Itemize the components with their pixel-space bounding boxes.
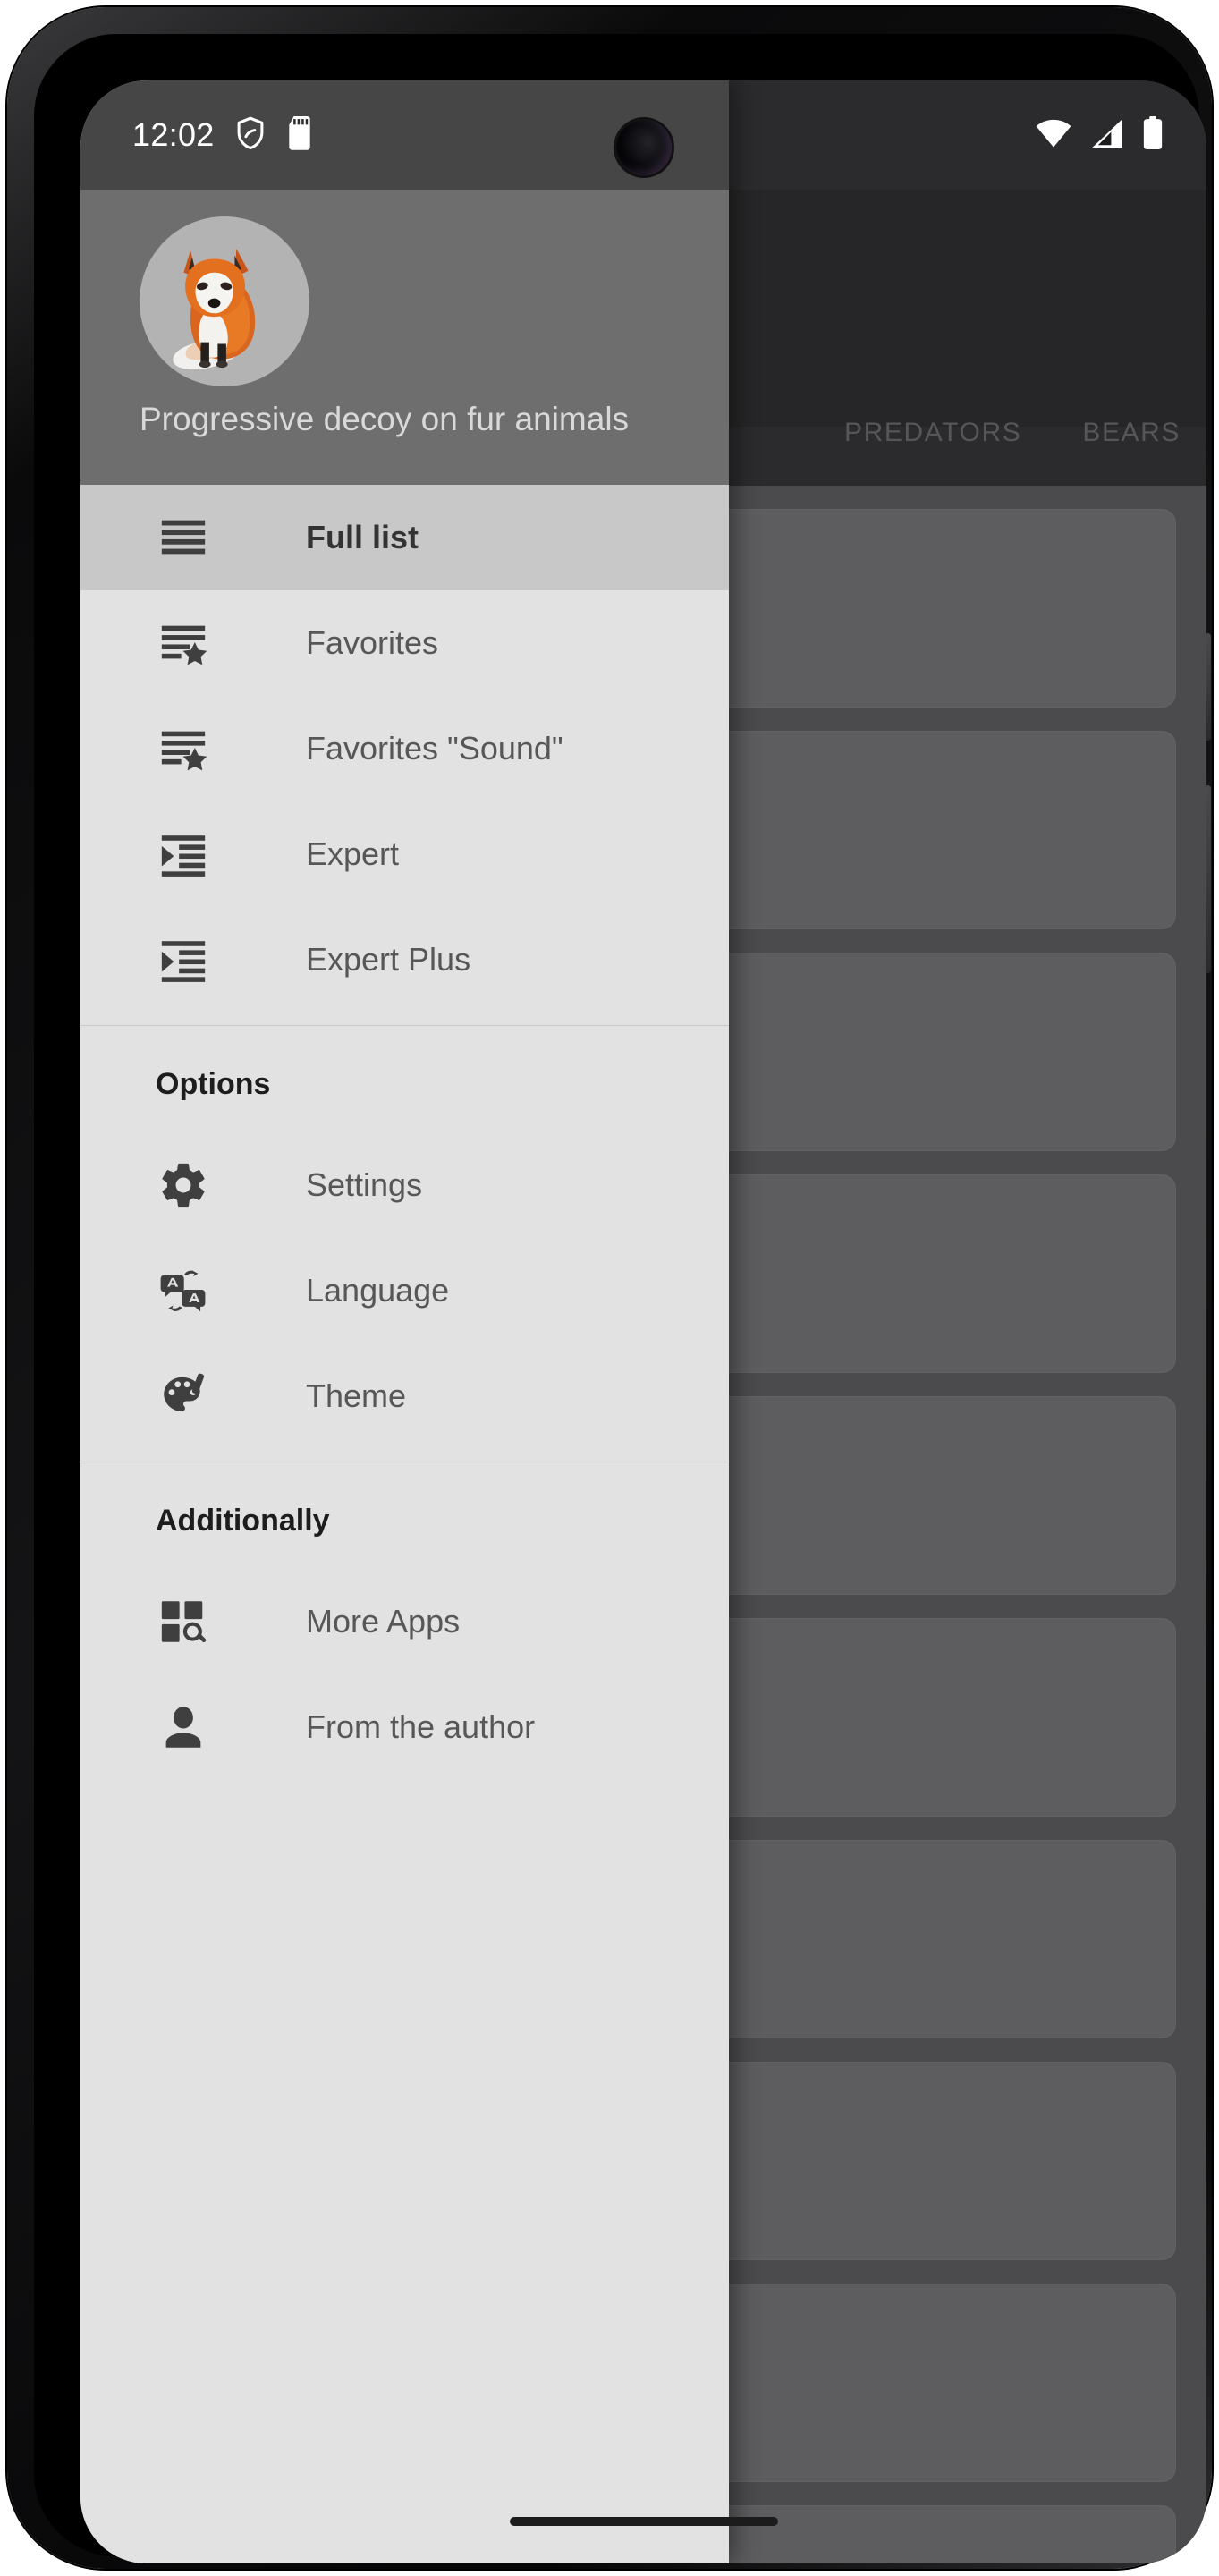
gear-icon: [156, 1157, 211, 1213]
phone-frame: PREDATORS BEARS Progressive decoy on fur…: [7, 7, 1212, 2569]
tab-predators[interactable]: PREDATORS: [814, 418, 1052, 448]
drawer-title: Progressive decoy on fur animals: [140, 401, 630, 437]
sidebar-item-favorites[interactable]: Favorites: [80, 590, 729, 696]
fox-avatar[interactable]: [140, 216, 309, 386]
phone-screen: PREDATORS BEARS Progressive decoy on fur…: [80, 80, 1206, 2563]
format-indent-icon: [156, 826, 211, 882]
navigation-drawer: Progressive decoy on fur animals Full li…: [80, 80, 729, 2563]
sidebar-item-expert[interactable]: Expert: [80, 801, 729, 907]
sidebar-item-favorites-sound[interactable]: Favorites "Sound": [80, 696, 729, 801]
list-icon: [156, 510, 211, 565]
list-star-icon: [156, 615, 211, 671]
sidebar-item-from-the-author[interactable]: From the author: [80, 1674, 729, 1780]
sidebar-item-theme[interactable]: Theme: [80, 1343, 729, 1449]
list-star-icon: [156, 721, 211, 776]
section-title-options: Options: [156, 1067, 271, 1101]
sidebar-item-label: More Apps: [306, 1603, 461, 1640]
drawer-body: Full list Favorites Favorites "Sound" Ex…: [80, 485, 729, 2563]
sidebar-item-label: Full list: [306, 519, 419, 555]
sidebar-item-label: Theme: [306, 1377, 407, 1414]
sidebar-item-expert-plus[interactable]: Expert Plus: [80, 907, 729, 1013]
sidebar-item-more-apps[interactable]: More Apps: [80, 1569, 729, 1674]
sidebar-item-settings[interactable]: Settings: [80, 1132, 729, 1238]
palette-icon: [156, 1368, 211, 1424]
sidebar-item-label: Expert: [306, 835, 400, 872]
drawer-section-main: Full list Favorites Favorites "Sound" Ex…: [80, 485, 729, 1013]
sidebar-item-language[interactable]: Language: [80, 1238, 729, 1343]
person-icon: [156, 1699, 211, 1755]
drawer-section-additionally: Additionally More Apps From the author: [80, 1462, 729, 1780]
tab-bears[interactable]: BEARS: [1052, 418, 1206, 448]
sidebar-item-full-list[interactable]: Full list: [80, 485, 729, 590]
sidebar-item-label: Favorites: [306, 624, 439, 661]
sidebar-item-label: Language: [306, 1272, 450, 1309]
sidebar-item-label: From the author: [306, 1708, 536, 1745]
sidebar-item-label: Expert Plus: [306, 941, 471, 978]
section-title-additionally: Additionally: [156, 1504, 330, 1538]
sidebar-item-label: Settings: [306, 1166, 423, 1203]
drawer-section-options: Options Settings Language Theme: [80, 1026, 729, 1449]
apps-search-icon: [156, 1594, 211, 1649]
camera-punch-hole: [615, 120, 672, 175]
sidebar-item-label: Favorites "Sound": [306, 730, 563, 767]
gesture-navigation-bar[interactable]: [509, 2517, 778, 2526]
format-indent-icon: [156, 932, 211, 987]
phone-bezel: PREDATORS BEARS Progressive decoy on fur…: [34, 34, 1206, 2563]
translate-icon: [156, 1263, 211, 1318]
